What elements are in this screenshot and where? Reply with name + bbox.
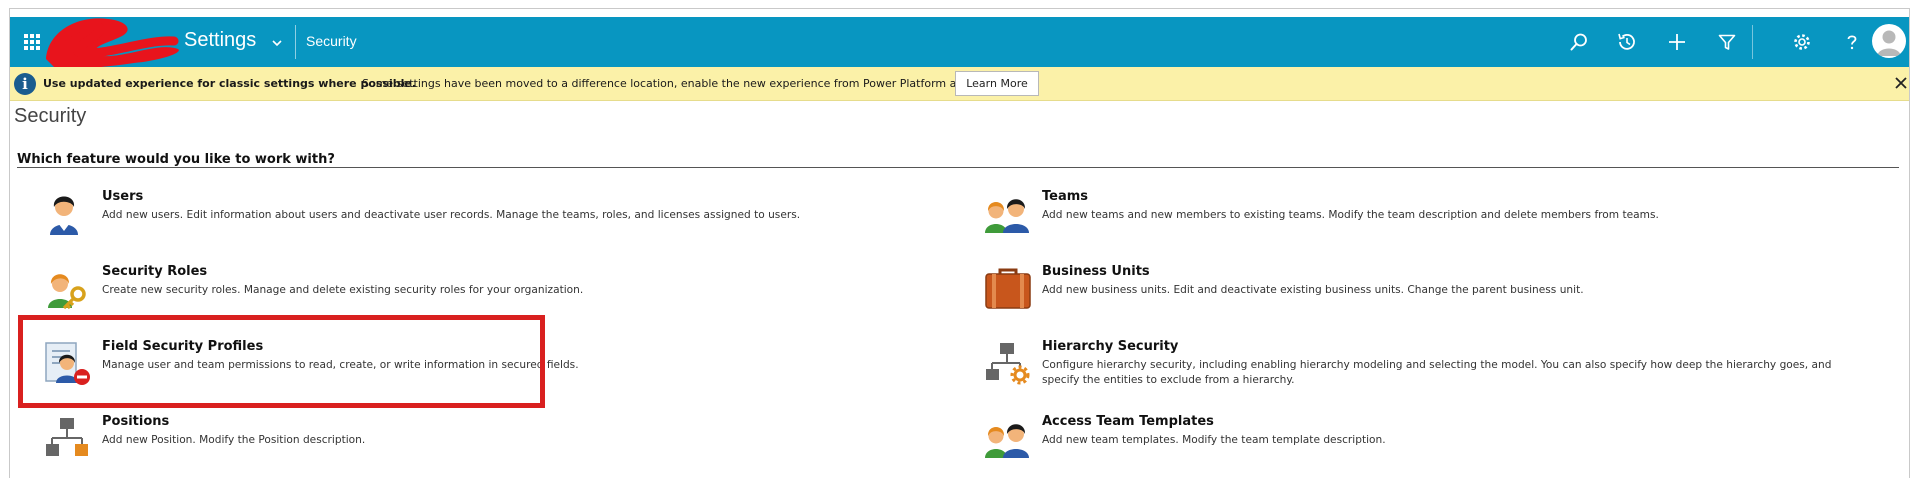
- info-icon: i: [14, 73, 36, 95]
- feature-title: Access Team Templates: [1042, 414, 1214, 429]
- page-title: Security: [14, 105, 87, 127]
- banner-text: Some settings have been moved to a diffe…: [362, 77, 1026, 90]
- breadcrumb[interactable]: Security: [306, 33, 357, 49]
- plus-icon[interactable]: [1664, 29, 1690, 55]
- avatar[interactable]: [1872, 24, 1906, 58]
- close-icon[interactable]: [1893, 75, 1909, 91]
- user-icon: [50, 196, 78, 235]
- feature-teams[interactable]: Teams Add new teams and new members to e…: [984, 189, 1884, 251]
- history-icon[interactable]: [1614, 29, 1640, 55]
- header-divider: [295, 25, 296, 59]
- feature-hierarchy-security[interactable]: Hierarchy Security Configure hierarchy s…: [984, 339, 1884, 401]
- feature-business-units[interactable]: Business Units Add new business units. E…: [984, 264, 1884, 326]
- feature-access-team-templates[interactable]: Access Team Templates Add new team templ…: [984, 414, 1884, 476]
- search-icon[interactable]: [1566, 29, 1592, 55]
- feature-title: Positions: [102, 414, 170, 429]
- chevron-down-icon[interactable]: [269, 35, 285, 51]
- hierarchy-security-icon: [986, 343, 1030, 385]
- feature-description: Add new users. Edit information about us…: [102, 209, 801, 221]
- feature-description: Add new business units. Edit and deactiv…: [1042, 284, 1584, 296]
- team-icon: [985, 424, 1029, 458]
- hierarchy-icon: [46, 418, 88, 456]
- feature-title: Business Units: [1042, 264, 1150, 279]
- section-divider: [17, 167, 1899, 168]
- feature-title: Hierarchy Security: [1042, 339, 1179, 354]
- feature-title: Teams: [1042, 189, 1089, 204]
- app-title[interactable]: Settings: [184, 29, 256, 52]
- top-navigation-bar: Settings Security: [10, 17, 1909, 71]
- help-icon[interactable]: [1839, 29, 1865, 55]
- info-banner: i Use updated experience for classic set…: [10, 67, 1909, 101]
- feature-description: Add new Position. Modify the Position de…: [102, 434, 366, 446]
- section-heading: Which feature would you like to work wit…: [17, 152, 335, 167]
- gear-icon[interactable]: [1789, 29, 1815, 55]
- feature-users[interactable]: Users Add new users. Edit information ab…: [44, 189, 944, 251]
- team-icon: [985, 199, 1029, 233]
- briefcase-icon: [985, 268, 1031, 309]
- feature-positions[interactable]: Positions Add new Position. Modify the P…: [44, 414, 944, 476]
- highlight-box: [18, 315, 545, 408]
- feature-title: Users: [102, 189, 144, 204]
- feature-description: Add new team templates. Modify the team …: [1042, 434, 1386, 446]
- banner-strong-text: Use updated experience for classic setti…: [43, 77, 417, 90]
- app-frame: Settings Security i Use updated experien…: [9, 8, 1910, 478]
- security-role-icon: [48, 274, 86, 310]
- filter-icon[interactable]: [1714, 29, 1740, 55]
- feature-description: Configure hierarchy security, including …: [1042, 359, 1832, 386]
- feature-description: Create new security roles. Manage and de…: [102, 284, 584, 296]
- feature-description: Add new teams and new members to existin…: [1042, 209, 1659, 221]
- header-divider: [1752, 25, 1753, 59]
- learn-more-button[interactable]: Learn More: [955, 71, 1039, 96]
- feature-title: Security Roles: [102, 264, 208, 279]
